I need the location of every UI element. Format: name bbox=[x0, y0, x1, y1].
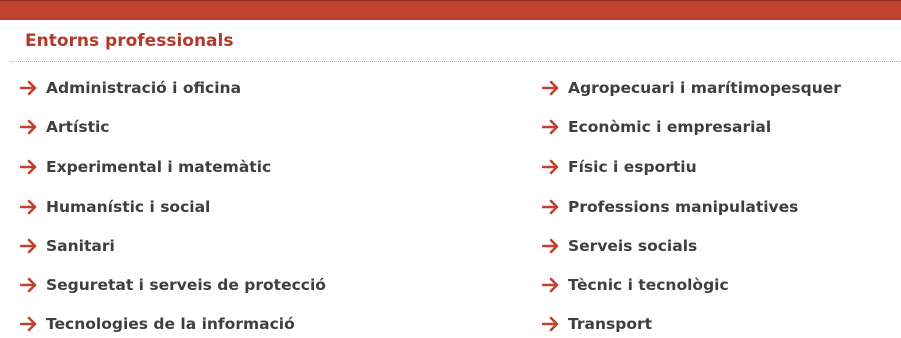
link-label: Econòmic i empresarial bbox=[568, 118, 772, 136]
panel-title: Entorns professionals bbox=[25, 31, 234, 51]
link-tecnologies-informacio[interactable]: Tecnologies de la informació bbox=[20, 313, 295, 335]
arrow-right-icon bbox=[542, 316, 559, 332]
arrow-right-icon bbox=[542, 199, 559, 215]
arrow-right-icon bbox=[20, 119, 37, 135]
link-professions-manipulatives[interactable]: Professions manipulatives bbox=[542, 196, 798, 218]
panel-top-bar bbox=[0, 0, 901, 20]
link-label: Transport bbox=[568, 315, 653, 333]
link-label: Professions manipulatives bbox=[568, 198, 799, 216]
link-agropecuari-maritimopesquer[interactable]: Agropecuari i marítimopesquer bbox=[542, 77, 841, 99]
link-label: Seguretat i serveis de protecció bbox=[46, 276, 326, 294]
arrow-right-icon bbox=[542, 277, 559, 293]
link-administracio-oficina[interactable]: Administració i oficina bbox=[20, 77, 241, 99]
link-label: Serveis socials bbox=[568, 237, 698, 255]
arrow-right-icon bbox=[542, 119, 559, 135]
link-seguretat-proteccio[interactable]: Seguretat i serveis de protecció bbox=[20, 274, 326, 296]
link-fisic-esportiu[interactable]: Físic i esportiu bbox=[542, 156, 697, 178]
arrow-right-icon bbox=[542, 80, 559, 96]
link-tecnic-tecnologic[interactable]: Tècnic i tecnològic bbox=[542, 274, 729, 296]
link-label: Sanitari bbox=[46, 237, 115, 255]
arrow-right-icon bbox=[20, 316, 37, 332]
link-transport[interactable]: Transport bbox=[542, 313, 652, 335]
link-sanitari[interactable]: Sanitari bbox=[20, 235, 115, 257]
arrow-right-icon bbox=[20, 277, 37, 293]
link-label: Artístic bbox=[46, 118, 110, 136]
arrow-right-icon bbox=[542, 159, 559, 175]
link-economic-empresarial[interactable]: Econòmic i empresarial bbox=[542, 116, 771, 138]
link-label: Agropecuari i marítimopesquer bbox=[568, 79, 841, 97]
arrow-right-icon bbox=[20, 159, 37, 175]
arrow-right-icon bbox=[20, 80, 37, 96]
link-humanistic-social[interactable]: Humanístic i social bbox=[20, 196, 210, 218]
link-label: Humanístic i social bbox=[46, 198, 211, 216]
arrow-right-icon bbox=[20, 199, 37, 215]
link-label: Físic i esportiu bbox=[568, 158, 697, 176]
link-label: Tecnologies de la informació bbox=[46, 315, 295, 333]
arrow-right-icon bbox=[542, 238, 559, 254]
link-experimental-matematic[interactable]: Experimental i matemàtic bbox=[20, 156, 271, 178]
title-divider bbox=[10, 61, 901, 62]
entorns-panel: Entorns professionals Administració i of… bbox=[0, 0, 901, 338]
link-artistic[interactable]: Artístic bbox=[20, 116, 110, 138]
link-label: Administració i oficina bbox=[46, 79, 242, 97]
link-label: Experimental i matemàtic bbox=[46, 158, 272, 176]
link-serveis-socials[interactable]: Serveis socials bbox=[542, 235, 697, 257]
arrow-right-icon bbox=[20, 238, 37, 254]
link-label: Tècnic i tecnològic bbox=[568, 276, 729, 294]
